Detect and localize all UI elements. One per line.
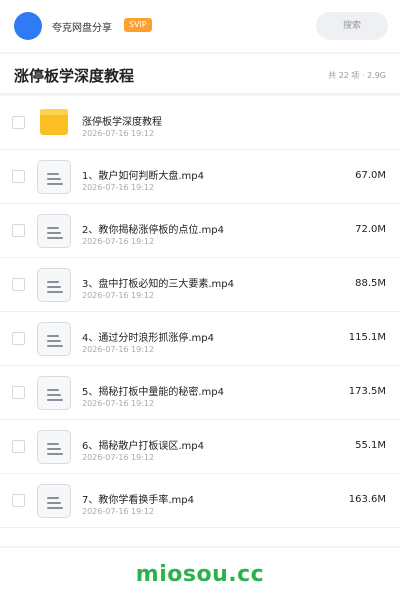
svip-badge: SVIP [124, 18, 152, 32]
item-date: 2026-07-16 19:12 [82, 453, 155, 462]
file-list: 涨停板学深度教程 2026-07-16 19:12 1、散户如何判断大盘.mp4 20… [0, 96, 400, 546]
select-checkbox[interactable] [12, 440, 25, 453]
folder-row[interactable]: 涨停板学深度教程 2026-07-16 19:12 [0, 96, 400, 150]
select-checkbox[interactable] [12, 224, 25, 237]
page-title: 涨停板学深度教程 [14, 67, 135, 85]
item-size: 163.6M [348, 494, 386, 505]
item-size: 115.1M [348, 332, 386, 343]
item-date: 2026-07-16 19:12 [82, 183, 155, 192]
item-name[interactable]: 2、教你揭秘涨停板的点位.mp4 [82, 221, 224, 236]
select-checkbox[interactable] [12, 278, 25, 291]
video-file-icon [37, 268, 71, 302]
file-row[interactable]: 1、散户如何判断大盘.mp4 2026-07-16 19:12 67.0M [0, 150, 400, 204]
file-row[interactable]: 5、揭秘打板中量能的秘密.mp4 2026-07-16 19:12 173.5M [0, 366, 400, 420]
folder-icon [40, 109, 68, 135]
item-date: 2026-07-16 19:12 [82, 237, 155, 246]
video-file-icon [37, 376, 71, 410]
video-file-icon [37, 160, 71, 194]
item-size: 72.0M [355, 224, 386, 235]
avatar[interactable] [14, 12, 42, 40]
item-date: 2026-07-16 19:12 [82, 399, 155, 408]
username[interactable]: 夸克网盘分享 [52, 19, 112, 34]
item-size: 173.5M [348, 386, 386, 397]
item-name[interactable]: 3、盘中打板必知的三大要素.mp4 [82, 275, 234, 290]
select-checkbox[interactable] [12, 386, 25, 399]
file-row[interactable]: 6、揭秘散户打板误区.mp4 2026-07-16 19:12 55.1M [0, 420, 400, 474]
footer: miosou.cc [0, 548, 400, 600]
video-file-icon [37, 214, 71, 248]
item-date: 2026-07-16 19:12 [82, 345, 155, 354]
item-size: 88.5M [355, 278, 386, 289]
select-checkbox[interactable] [12, 170, 25, 183]
file-row[interactable]: 7、教你学看换手率.mp4 2026-07-16 19:12 163.6M [0, 474, 400, 528]
video-file-icon [37, 322, 71, 356]
site-watermark: miosou.cc [135, 562, 265, 587]
item-date: 2026-07-16 19:12 [82, 507, 155, 516]
item-name[interactable]: 6、揭秘散户打板误区.mp4 [82, 437, 204, 452]
item-name[interactable]: 7、教你学看换手率.mp4 [82, 491, 194, 506]
item-name[interactable]: 4、通过分时浪形抓涨停.mp4 [82, 329, 214, 344]
item-size: 67.0M [355, 170, 386, 181]
item-size: 55.1M [355, 440, 386, 451]
select-checkbox[interactable] [12, 494, 25, 507]
item-name[interactable]: 1、散户如何判断大盘.mp4 [82, 167, 204, 182]
select-checkbox[interactable] [12, 116, 25, 129]
file-row[interactable]: 4、通过分时浪形抓涨停.mp4 2026-07-16 19:12 115.1M [0, 312, 400, 366]
item-date: 2026-07-16 19:12 [82, 129, 155, 138]
item-date: 2026-07-16 19:12 [82, 291, 155, 300]
video-file-icon [37, 430, 71, 464]
search-input[interactable]: 搜索 [316, 12, 388, 40]
item-name[interactable]: 涨停板学深度教程 [82, 113, 162, 128]
item-name[interactable]: 5、揭秘打板中量能的秘密.mp4 [82, 383, 224, 398]
top-bar: 夸克网盘分享 SVIP 搜索 [0, 0, 400, 52]
video-file-icon [37, 484, 71, 518]
folder-header: 涨停板学深度教程 共 22 项 · 2.9G [0, 54, 400, 94]
file-row[interactable]: 2、教你揭秘涨停板的点位.mp4 2026-07-16 19:12 72.0M [0, 204, 400, 258]
select-checkbox[interactable] [12, 332, 25, 345]
file-row[interactable]: 3、盘中打板必知的三大要素.mp4 2026-07-16 19:12 88.5M [0, 258, 400, 312]
item-count-summary: 共 22 项 · 2.9G [328, 71, 386, 80]
